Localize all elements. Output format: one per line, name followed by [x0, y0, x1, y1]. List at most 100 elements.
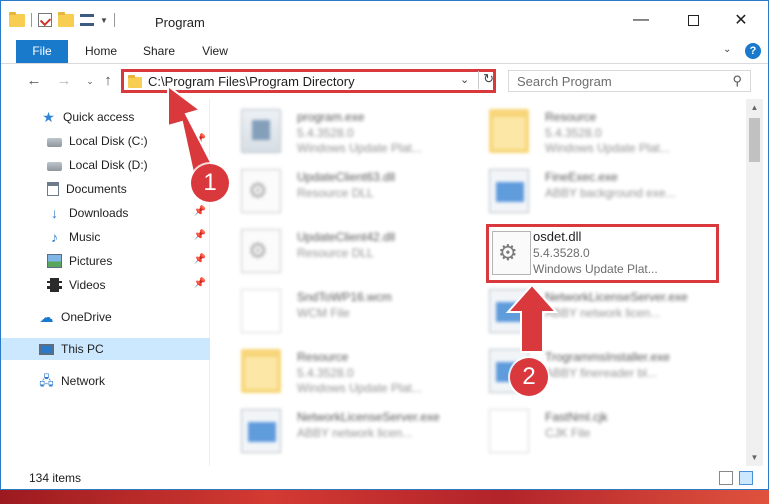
list-item[interactable]: NetworkLicenseServer.exe ABBY network li… — [475, 281, 720, 341]
file-detail: Windows Update Plat... — [545, 141, 670, 155]
sidebar-item-music[interactable]: ♪ Music 📌 — [1, 226, 210, 248]
sidebar-item-local-disk-d[interactable]: Local Disk (D:) — [1, 154, 210, 176]
back-button[interactable]: ← — [25, 72, 43, 90]
sidebar-item-label: Local Disk (C:) — [69, 134, 148, 148]
sidebar-item-label: Network — [61, 374, 106, 388]
sidebar-item-network[interactable]: 🖧 Network — [1, 370, 210, 392]
views-icon[interactable] — [80, 14, 94, 26]
file-version: 5.4.3528.0 — [533, 246, 590, 260]
close-button[interactable]: ✕ — [729, 9, 753, 31]
help-icon[interactable]: ? — [745, 43, 761, 59]
sidebar-item-label: Pictures — [69, 254, 113, 268]
sidebar-item-label: Local Disk (D:) — [69, 158, 148, 172]
download-icon: ↓ — [51, 205, 58, 221]
tab-home[interactable]: Home — [83, 40, 119, 63]
list-item[interactable]: UpdateClient42.dll Resource DLL — [227, 221, 472, 281]
scroll-down-icon[interactable]: ▼ — [746, 449, 763, 466]
large-icons-view-icon[interactable] — [739, 471, 753, 485]
app-file-icon — [241, 409, 281, 453]
cloud-icon: ☁ — [39, 309, 54, 325]
list-item[interactable]: Resource 5.4.3528.0 Windows Update Plat.… — [227, 341, 472, 401]
file-name: FastNml.cjk — [545, 410, 608, 424]
videos-icon — [47, 278, 62, 292]
highlighted-file-osdet-dll[interactable]: osdet.dll 5.4.3528.0 Windows Update Plat… — [486, 224, 719, 283]
refresh-icon[interactable]: ↻ — [478, 71, 494, 89]
explorer-window: ▼ Program — ✕ File Home Share View ⌄ ? ←… — [0, 0, 769, 490]
search-icon[interactable]: ⚲ — [732, 73, 742, 89]
sidebar-item-label: Music — [69, 230, 101, 244]
ribbon-tabs: File Home Share View ⌄ ? — [1, 40, 768, 64]
recent-locations-button[interactable]: ⌄ — [81, 72, 99, 90]
list-item[interactable]: NetworkLicenseServer.exe ABBY network li… — [227, 401, 472, 461]
music-icon: ♪ — [51, 229, 58, 245]
address-path[interactable]: C:\Program Files\Program Directory — [148, 74, 355, 89]
desktop-background — [0, 490, 769, 504]
network-icon: 🖧 — [39, 373, 54, 388]
sidebar-item-this-pc[interactable]: This PC — [1, 338, 210, 360]
tab-view[interactable]: View — [199, 40, 231, 63]
list-item[interactable]: program.exe 5.4.3528.0 Windows Update Pl… — [227, 101, 472, 161]
file-detail: Resource DLL — [297, 246, 374, 260]
minimize-button[interactable]: — — [629, 9, 653, 31]
tab-file[interactable]: File — [16, 40, 68, 63]
file-detail: Windows Update Plat... — [297, 141, 422, 155]
sidebar-item-pictures[interactable]: Pictures 📌 — [1, 250, 210, 272]
app-file-icon — [489, 289, 529, 333]
maximize-button[interactable] — [681, 9, 705, 31]
list-item[interactable]: SndToWP16.wcm WCM File — [227, 281, 472, 341]
address-dropdown-icon[interactable]: ⌄ — [460, 73, 469, 86]
file-name: FineExec.exe — [545, 170, 618, 184]
tab-share[interactable]: Share — [141, 40, 177, 63]
forward-button[interactable]: → — [55, 72, 73, 90]
file-name: Resource — [545, 110, 597, 124]
new-folder-icon[interactable] — [58, 11, 74, 27]
pin-icon: 📌 — [193, 206, 206, 217]
scroll-up-icon[interactable]: ▲ — [746, 99, 763, 116]
sidebar-item-documents[interactable]: Documents — [1, 178, 210, 200]
toolbar-separator — [31, 13, 32, 27]
pin-icon: 📌 — [193, 254, 206, 265]
sidebar-item-downloads[interactable]: ↓ Downloads 📌 — [1, 202, 210, 224]
maximize-icon — [687, 14, 699, 26]
dll-file-icon — [492, 231, 531, 275]
scrollbar-thumb[interactable] — [749, 118, 760, 162]
pictures-icon — [47, 254, 62, 268]
search-input[interactable]: Search Program — [517, 74, 612, 89]
sidebar-item-label: Documents — [66, 182, 127, 196]
dll-file-icon — [241, 169, 281, 213]
sidebar-item-local-disk-c[interactable]: Local Disk (C:) 📌 — [1, 130, 210, 152]
navigation-bar: ← → ⌄ ↑ C:\Program Files\Program Directo… — [1, 65, 768, 97]
up-button[interactable]: ↑ — [99, 72, 117, 90]
window-title: Program — [155, 15, 205, 30]
sidebar-item-videos[interactable]: Videos 📌 — [1, 274, 210, 296]
folder-icon — [9, 11, 25, 27]
sidebar-item-label: OneDrive — [61, 310, 112, 324]
address-bar[interactable]: C:\Program Files\Program Directory ⌄ ↻ — [121, 69, 496, 93]
documents-icon — [47, 182, 59, 196]
list-item[interactable]: Resource 5.4.3528.0 Windows Update Plat.… — [475, 101, 720, 161]
sidebar-item-label: This PC — [61, 342, 104, 356]
file-icon — [489, 409, 529, 453]
dll-file-icon — [241, 229, 281, 273]
sidebar-item-label: Videos — [69, 278, 106, 292]
customize-toolbar-icon[interactable]: ▼ — [100, 16, 108, 25]
sidebar-item-quick-access[interactable]: ★ Quick access — [1, 106, 210, 128]
file-detail: ABBY background exe... — [545, 186, 676, 200]
file-name: NetworkLicenseServer.exe — [545, 290, 688, 304]
details-view-icon[interactable] — [719, 471, 733, 485]
file-description: Windows Update Plat... — [533, 262, 658, 276]
properties-icon[interactable] — [38, 13, 52, 27]
star-icon: ★ — [42, 109, 55, 125]
search-box[interactable]: Search Program ⚲ — [508, 70, 751, 92]
list-item[interactable]: FastNml.cjk CJK File — [475, 401, 720, 461]
file-detail: ABBY network licen... — [297, 426, 413, 440]
file-name: Resource — [297, 350, 349, 364]
file-name: program.exe — [297, 110, 365, 124]
list-item[interactable]: FineExec.exe ABBY background exe... — [475, 161, 720, 221]
navigation-pane: ★ Quick access Local Disk (C:) 📌 Local D… — [1, 99, 210, 466]
file-name: SndToWP16.wcm — [297, 290, 392, 304]
vertical-scrollbar[interactable]: ▲ ▼ — [746, 99, 763, 466]
list-item[interactable]: UpdateClient63.dll Resource DLL — [227, 161, 472, 221]
expand-ribbon-icon[interactable]: ⌄ — [723, 44, 731, 55]
sidebar-item-onedrive[interactable]: ☁ OneDrive — [1, 306, 210, 328]
